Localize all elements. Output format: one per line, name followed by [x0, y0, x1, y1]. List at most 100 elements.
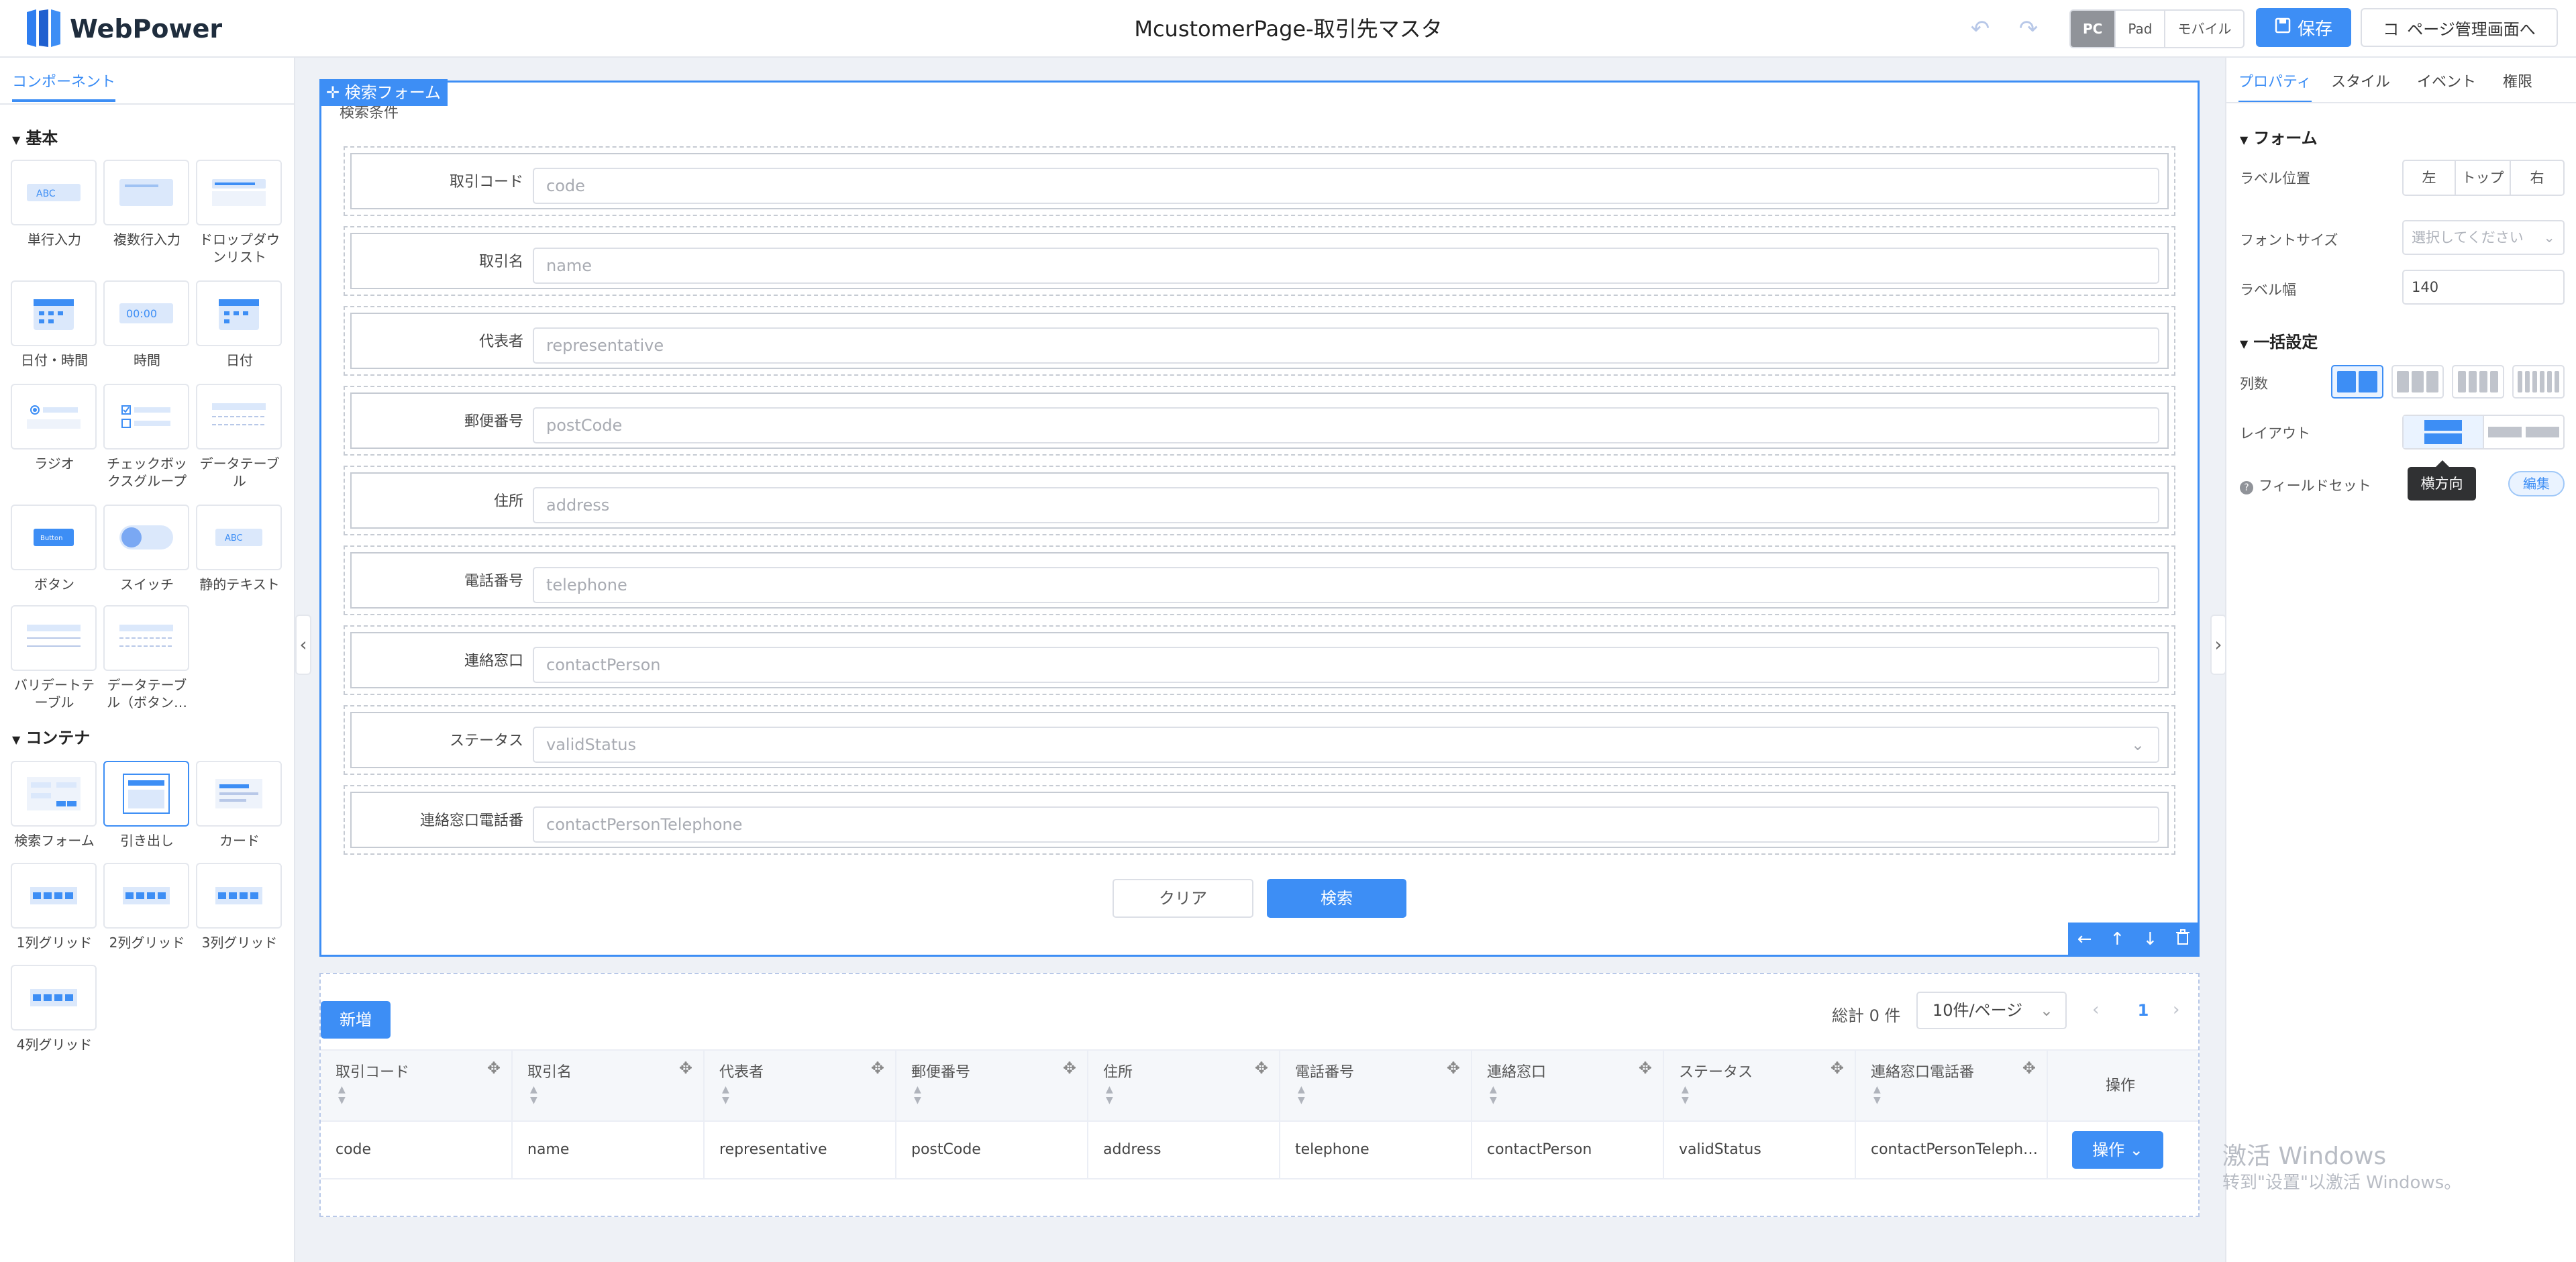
undo-icon[interactable]: ↶ [1963, 13, 1997, 44]
new-button[interactable]: 新増 [321, 1001, 391, 1039]
layout-vertical-icon[interactable] [2484, 416, 2563, 448]
sort-icon[interactable]: ▲ ▼ [338, 1084, 346, 1106]
form-row-postcode[interactable]: 郵便番号 postCode [344, 386, 2175, 456]
columns-6-icon[interactable] [2512, 365, 2565, 399]
layout-horizontal-icon[interactable] [2404, 416, 2484, 448]
sort-icon[interactable]: ▲ ▼ [1106, 1084, 1113, 1106]
clear-button[interactable]: クリア [1113, 879, 1253, 918]
component-time[interactable]: 00:00 時間 [103, 280, 191, 369]
component-drawer[interactable]: 引き出し [103, 761, 191, 849]
status-select[interactable]: validStatus ⌄ [533, 727, 2159, 763]
page-management-button[interactable]: コ ページ管理画面へ [2361, 8, 2558, 47]
component-dropdown[interactable]: ドロップダウンリスト [196, 160, 283, 266]
search-form-tag[interactable]: ✛ 検索フォーム [319, 79, 448, 106]
search-button[interactable]: 検索 [1267, 879, 1406, 918]
font-size-select[interactable]: 選択してください ⌄ [2402, 220, 2565, 255]
component-search-form[interactable]: 検索フォーム [11, 761, 98, 849]
tab-permissions[interactable]: 権限 [2503, 70, 2532, 91]
tab-style[interactable]: スタイル [2331, 70, 2390, 91]
table-row[interactable]: code name representative postCode addres… [321, 1122, 2198, 1179]
code-input[interactable]: code [533, 168, 2159, 204]
label-width-input[interactable]: 140 [2402, 270, 2565, 305]
component-card[interactable]: カード [196, 761, 283, 849]
label-position-left[interactable]: 左 [2404, 161, 2456, 195]
form-row-status[interactable]: ステータス validStatus ⌄ [344, 705, 2175, 775]
arrow-left-icon[interactable]: ← [2077, 929, 2092, 949]
prev-page-icon[interactable]: ‹ [2092, 1000, 2099, 1020]
sort-icon[interactable]: ▲ ▼ [530, 1084, 537, 1106]
tab-components[interactable]: コンポーネント [12, 70, 116, 102]
save-button[interactable]: 保存 [2256, 8, 2351, 47]
move-icon[interactable]: ✥ [1255, 1059, 1268, 1077]
operation-dropdown-button[interactable]: 操作 ⌄ [2072, 1131, 2163, 1169]
columns-4-icon[interactable] [2452, 365, 2504, 399]
page-number[interactable]: 1 [2128, 996, 2158, 1025]
tab-properties[interactable]: プロパティ [2238, 70, 2312, 103]
name-input[interactable]: name [533, 248, 2159, 284]
move-icon[interactable]: ✥ [1639, 1059, 1652, 1077]
form-row-telephone[interactable]: 電話番号 telephone [344, 545, 2175, 615]
form-section-title[interactable]: ▼ フォーム [2240, 125, 2318, 148]
component-static-text[interactable]: ABC 静的テキスト [196, 505, 283, 593]
component-grid-4[interactable]: 4列グリッド [11, 965, 98, 1053]
sort-icon[interactable]: ▲ ▼ [1682, 1084, 1689, 1106]
label-position-right[interactable]: 右 [2511, 161, 2563, 195]
page-size-select[interactable]: 10件/ページ ⌄ [1916, 992, 2067, 1029]
sort-icon[interactable]: ▲ ▼ [1873, 1084, 1881, 1106]
contact-person-input[interactable]: contactPerson [533, 647, 2159, 683]
container-section-title[interactable]: ▼ コンテナ [12, 725, 90, 748]
form-row-name[interactable]: 取引名 name [344, 226, 2175, 296]
component-multi-input[interactable]: 複数行入力 [103, 160, 191, 248]
form-row-address[interactable]: 住所 address [344, 466, 2175, 535]
component-radio[interactable]: ラジオ [11, 384, 98, 472]
fieldset-edit-button[interactable]: 編集 [2508, 471, 2565, 496]
component-grid-3[interactable]: 3列グリッド [196, 863, 283, 951]
columns-2-icon[interactable] [2331, 365, 2383, 399]
bulk-section-title[interactable]: ▼ 一括設定 [2240, 329, 2318, 352]
collapse-left-handle-icon[interactable]: ‹ [295, 615, 311, 675]
delete-icon[interactable] [2175, 929, 2190, 950]
component-grid-2[interactable]: 2列グリッド [103, 863, 191, 951]
sort-icon[interactable]: ▲ ▼ [722, 1084, 729, 1106]
sort-icon[interactable]: ▲ ▼ [1298, 1084, 1305, 1106]
device-mobile-button[interactable]: モバイル [2165, 11, 2243, 47]
representative-input[interactable]: representative [533, 327, 2159, 364]
tab-events[interactable]: イベント [2417, 70, 2476, 91]
collapse-right-handle-icon[interactable]: › [2210, 615, 2226, 675]
arrow-down-icon[interactable]: ↓ [2143, 929, 2157, 949]
device-pc-button[interactable]: PC [2071, 11, 2116, 47]
component-datetime[interactable]: 日付・時間 [11, 280, 98, 369]
telephone-input[interactable]: telephone [533, 567, 2159, 603]
component-data-table[interactable]: データテーブル [196, 384, 283, 490]
component-button[interactable]: Button ボタン [11, 505, 98, 593]
move-icon[interactable]: ✥ [1831, 1059, 1844, 1077]
sort-icon[interactable]: ▲ ▼ [914, 1084, 921, 1106]
address-input[interactable]: address [533, 487, 2159, 523]
sort-icon[interactable]: ▲ ▼ [1490, 1084, 1497, 1106]
move-icon[interactable]: ✥ [487, 1059, 501, 1077]
move-icon[interactable]: ✥ [2022, 1059, 2036, 1077]
columns-3-icon[interactable] [2391, 365, 2444, 399]
form-row-contact-telephone[interactable]: 連絡窓口電話番 contactPersonTelephone [344, 785, 2175, 855]
component-validate-table[interactable]: バリデートテーブル [11, 605, 98, 711]
redo-icon[interactable]: ↷ [2012, 13, 2045, 44]
arrow-up-icon[interactable]: ↑ [2110, 929, 2125, 949]
component-switch[interactable]: スイッチ [103, 505, 191, 593]
basic-section-title[interactable]: ▼ 基本 [12, 125, 58, 148]
contact-telephone-input[interactable]: contactPersonTelephone [533, 806, 2159, 843]
label-position-top[interactable]: トップ [2456, 161, 2511, 195]
component-date[interactable]: 日付 [196, 280, 283, 369]
component-data-table-button[interactable]: データテーブル（ボタン… [103, 605, 191, 711]
form-row-contact-person[interactable]: 連絡窓口 contactPerson [344, 625, 2175, 695]
device-pad-button[interactable]: Pad [2116, 11, 2166, 47]
move-icon[interactable]: ✥ [1063, 1059, 1076, 1077]
move-icon[interactable]: ✥ [679, 1059, 692, 1077]
help-circle-icon[interactable]: ? [2240, 481, 2253, 494]
postcode-input[interactable]: postCode [533, 407, 2159, 443]
form-row-code[interactable]: 取引コード code [344, 146, 2175, 216]
component-checkbox-group[interactable]: チェックボックスグループ [103, 384, 191, 490]
move-icon[interactable]: ✥ [1447, 1059, 1460, 1077]
component-single-input[interactable]: ABC 単行入力 [11, 160, 98, 248]
next-page-icon[interactable]: › [2173, 1000, 2179, 1020]
component-grid-1[interactable]: 1列グリッド [11, 863, 98, 951]
